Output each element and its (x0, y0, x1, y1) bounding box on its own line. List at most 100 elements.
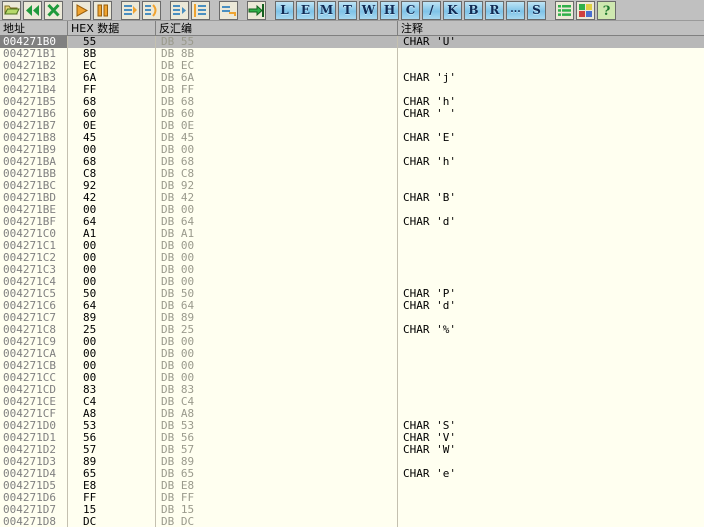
table-row[interactable]: 004271D6 FF DB FF (0, 492, 704, 504)
table-row[interactable]: 004271CA 00 DB 00 (0, 348, 704, 360)
table-row[interactable]: 004271D5 E8 DB E8 (0, 480, 704, 492)
handles-button[interactable]: H (380, 0, 399, 20)
row-cell-address: 004271B2 (0, 60, 68, 72)
run-trace-button-label: ... (507, 1, 524, 19)
row-cell-address: 004271D4 (0, 468, 68, 480)
call-stack-button[interactable]: K (443, 0, 462, 20)
table-row[interactable]: 004271D3 89 DB 89 (0, 456, 704, 468)
row-cell-comment (398, 84, 704, 96)
table-row[interactable]: 004271CE C4 DB C4 (0, 396, 704, 408)
table-row[interactable]: 004271C2 00 DB 00 (0, 252, 704, 264)
row-cell-comment: CHAR 'd' (403, 216, 456, 228)
row-cell-comment (398, 408, 704, 420)
table-row[interactable]: 004271B1 8B DB 8B (0, 48, 704, 60)
table-row[interactable]: 004271BB C8 DB C8 (0, 168, 704, 180)
column-header-address[interactable]: 地址 (0, 21, 68, 35)
row-cell-hex: A8 (68, 408, 156, 420)
rewind-icon (24, 1, 41, 19)
table-row[interactable]: 004271BF 64 DB 64 CHAR 'd' (0, 216, 704, 228)
memory-map-button[interactable]: M (317, 0, 336, 20)
windows-button[interactable]: W (359, 0, 378, 20)
column-header-disassembly[interactable]: 反汇编 (156, 21, 398, 35)
table-row[interactable]: 004271B2 EC DB EC (0, 60, 704, 72)
threads-button[interactable]: T (338, 0, 357, 20)
table-row[interactable]: 004271C1 00 DB 00 (0, 240, 704, 252)
table-row[interactable]: 004271CB 00 DB 00 (0, 360, 704, 372)
table-row[interactable]: 004271B8 45 DB 45 CHAR 'E' (0, 132, 704, 144)
table-row[interactable]: 004271B7 0E DB 0E (0, 120, 704, 132)
table-row[interactable]: 004271C9 00 DB 00 (0, 336, 704, 348)
row-cell-address: 004271B6 (0, 108, 68, 120)
open-file-icon[interactable] (2, 0, 21, 20)
row-cell-comment: CHAR 'B' (403, 192, 456, 204)
table-row[interactable]: 004271C8 25 DB 25 CHAR '%' (0, 324, 704, 336)
separator-4 (211, 1, 218, 20)
row-cell-address: 004271CA (0, 348, 68, 360)
table-row[interactable]: 004271C4 00 DB 00 (0, 276, 704, 288)
step-over-icon[interactable] (142, 0, 161, 20)
pause-icon[interactable] (93, 0, 112, 20)
table-row[interactable]: 004271CD 83 DB 83 (0, 384, 704, 396)
table-row[interactable]: 004271C0 A1 DB A1 (0, 228, 704, 240)
table-row[interactable]: 004271D4 65 DB 65 CHAR 'e' (0, 468, 704, 480)
table-row[interactable]: 004271C6 64 DB 64 CHAR 'd' (0, 300, 704, 312)
run-trace-button[interactable]: ... (506, 0, 525, 20)
column-header-hex-data[interactable]: HEX 数据 (68, 21, 156, 35)
column-header-comment[interactable]: 注释 (398, 21, 704, 35)
table-row[interactable]: 004271B5 68 DB 68 CHAR 'h' (0, 96, 704, 108)
execute-till-return-icon[interactable] (219, 0, 238, 20)
trace-into-icon[interactable] (170, 0, 189, 20)
options-list-icon[interactable] (555, 0, 574, 20)
references-button[interactable]: R (485, 0, 504, 20)
row-cell-hex: 50 (68, 288, 156, 300)
rewind-icon[interactable] (23, 0, 42, 20)
table-row[interactable]: 004271D0 53 DB 53 CHAR 'S' (0, 420, 704, 432)
log-window-button[interactable]: L (275, 0, 294, 20)
goto-icon[interactable] (247, 0, 266, 20)
row-cell-hex: 42 (68, 192, 156, 204)
table-row[interactable]: 004271D7 15 DB 15 (0, 504, 704, 516)
row-cell-hex: C4 (68, 396, 156, 408)
table-row[interactable]: 004271B9 00 DB 00 (0, 144, 704, 156)
row-cell-disassembly: DB A8 (156, 408, 398, 420)
cpu-button[interactable]: C (401, 0, 420, 20)
row-cell-comment (398, 168, 704, 180)
trace-over-icon[interactable] (191, 0, 210, 20)
svg-text:?: ? (603, 4, 611, 19)
table-row[interactable]: 004271BD 42 DB 42 CHAR 'B' (0, 192, 704, 204)
table-row[interactable]: 004271D1 56 DB 56 CHAR 'V' (0, 432, 704, 444)
row-cell-disassembly: DB 50 (156, 288, 398, 300)
help-icon[interactable]: ? (597, 0, 616, 20)
references-button-label: R (486, 1, 503, 19)
table-row[interactable]: 004271B0 55 DB 55 CHAR 'U' (0, 36, 704, 48)
table-row[interactable]: 004271BA 68 DB 68 CHAR 'h' (0, 156, 704, 168)
stop-icon[interactable] (44, 0, 63, 20)
table-row[interactable]: 004271BC 92 DB 92 (0, 180, 704, 192)
table-row[interactable]: 004271CC 00 DB 00 (0, 372, 704, 384)
table-row[interactable]: 004271B4 FF DB FF (0, 84, 704, 96)
row-cell-comment: CHAR 'P' (403, 288, 456, 300)
table-row[interactable]: 004271B6 60 DB 60 CHAR ' ' (0, 108, 704, 120)
executable-modules-button[interactable]: E (296, 0, 315, 20)
goto-icon (248, 1, 265, 19)
breakpoints-button[interactable]: B (464, 0, 483, 20)
patches-button[interactable]: / (422, 0, 441, 20)
table-row[interactable]: 004271D8 DC DB DC (0, 516, 704, 527)
table-row[interactable]: 004271C5 50 DB 50 CHAR 'P' (0, 288, 704, 300)
step-into-icon[interactable] (121, 0, 140, 20)
row-cell-hex: 00 (68, 360, 156, 372)
table-row[interactable]: 004271C3 00 DB 00 (0, 264, 704, 276)
table-row[interactable]: 004271B3 6A DB 6A CHAR 'j' (0, 72, 704, 84)
row-cell-address: 004271B1 (0, 48, 68, 60)
row-cell-disassembly: DB A1 (156, 228, 398, 240)
row-cell-comment: CHAR 'h' (403, 156, 456, 168)
table-row[interactable]: 004271CF A8 DB A8 (0, 408, 704, 420)
row-cell-disassembly: DB 0E (156, 120, 398, 132)
source-button[interactable]: S (527, 0, 546, 20)
appearance-icon[interactable] (576, 0, 595, 20)
table-row[interactable]: 004271C7 89 DB 89 (0, 312, 704, 324)
run-icon[interactable] (72, 0, 91, 20)
source-button-label: S (528, 1, 545, 19)
table-row[interactable]: 004271BE 00 DB 00 (0, 204, 704, 216)
table-row[interactable]: 004271D2 57 DB 57 CHAR 'W' (0, 444, 704, 456)
